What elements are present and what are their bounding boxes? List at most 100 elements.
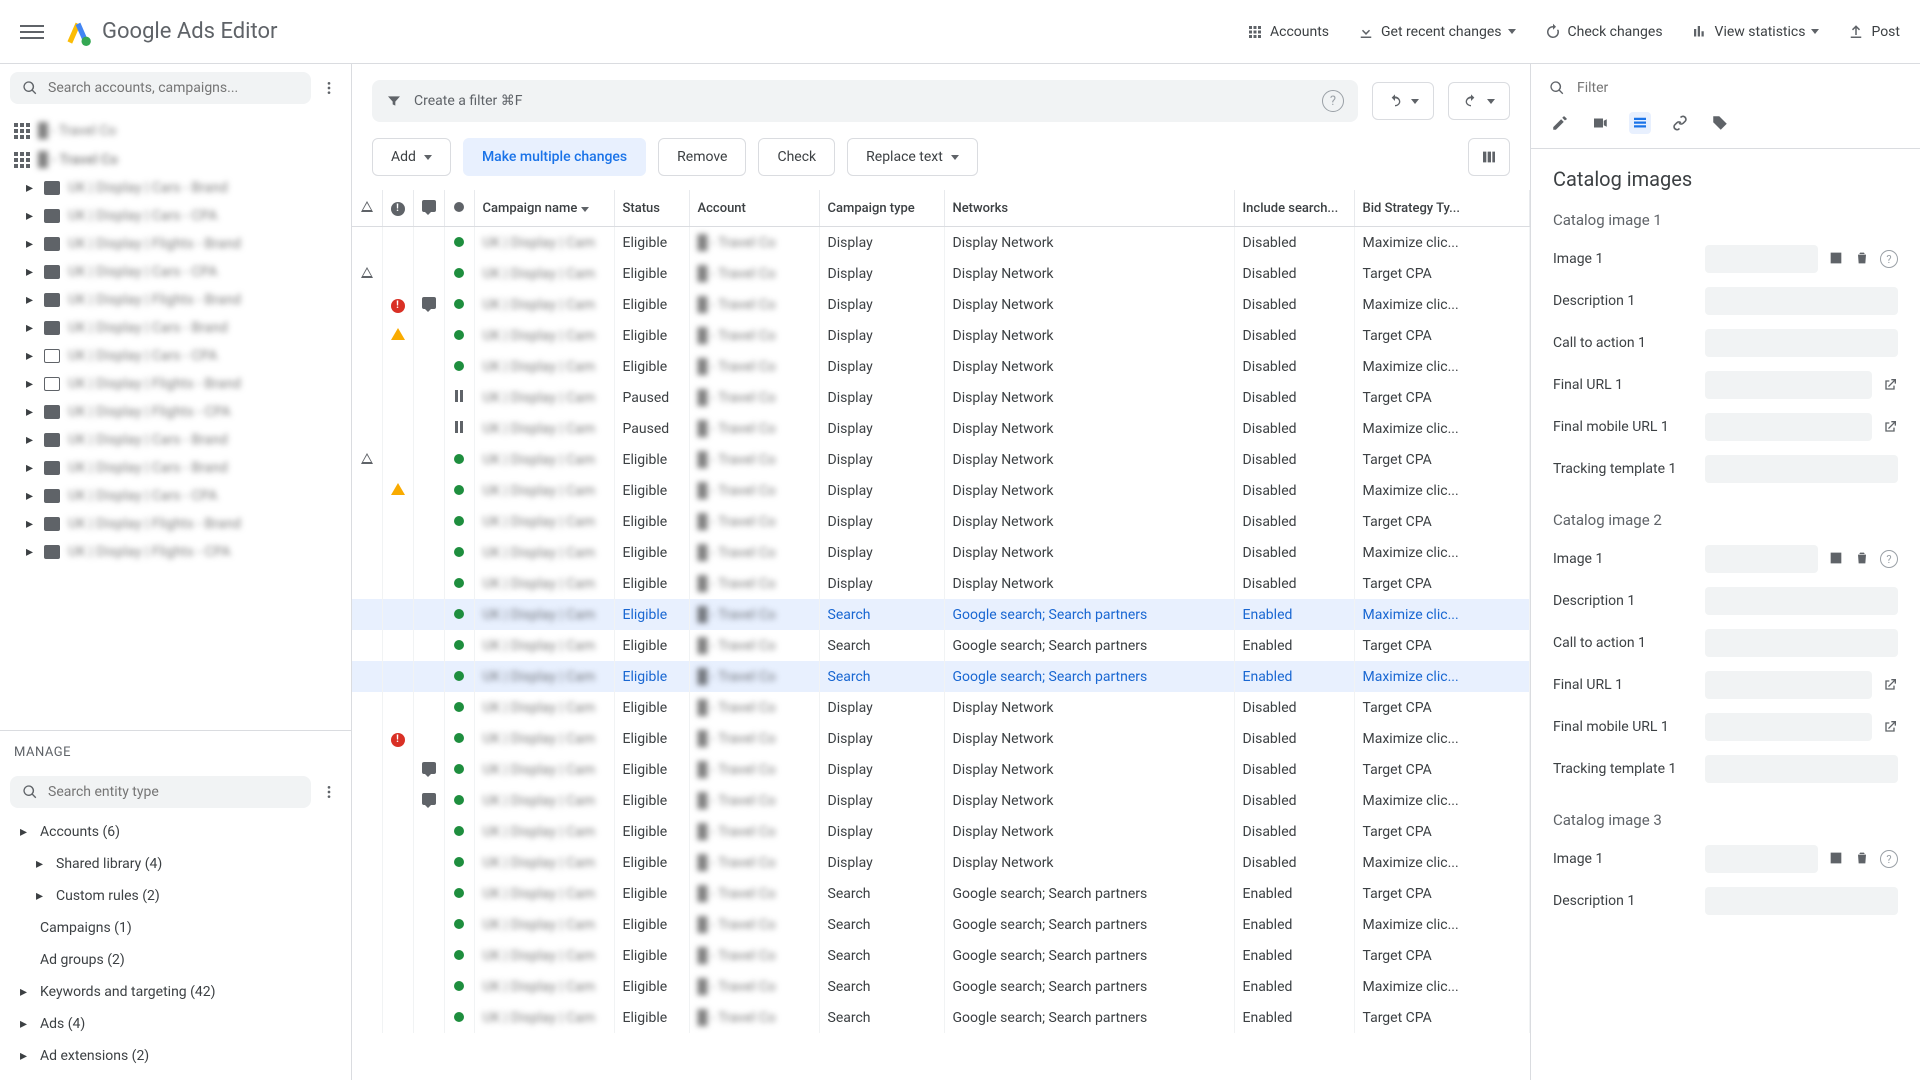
manage-item[interactable]: ▸Keywords and targeting (42) xyxy=(0,976,351,1008)
accounts-button[interactable]: Accounts xyxy=(1246,23,1329,41)
table-row[interactable]: UK | Display | CamEligible█ - Travel CoS… xyxy=(352,940,1530,971)
field-input[interactable] xyxy=(1705,671,1872,699)
help-icon[interactable]: ? xyxy=(1880,250,1898,268)
undo-button[interactable] xyxy=(1372,82,1434,120)
table-row[interactable]: UK | Display | CamEligible█ - Travel CoD… xyxy=(352,475,1530,506)
table-row[interactable]: UK | Display | CamEligible█ - Travel CoS… xyxy=(352,599,1530,630)
tree-item[interactable]: ▸UK | Display | Flights - CPA xyxy=(0,398,351,426)
table-row[interactable]: UK | Display | CamPaused█ - Travel CoDis… xyxy=(352,382,1530,413)
col-alert[interactable]: ! xyxy=(382,190,413,227)
table-row[interactable]: UK | Display | CamPaused█ - Travel CoDis… xyxy=(352,413,1530,444)
tree-item[interactable]: ▸UK | Display | Cars - CPA xyxy=(0,258,351,286)
table-row[interactable]: UK | Display | CamEligible█ - Travel CoD… xyxy=(352,816,1530,847)
col-campaign-type[interactable]: Campaign type xyxy=(819,190,944,227)
manage-item[interactable]: ▸Custom rules (2) xyxy=(0,880,351,912)
col-triangle[interactable] xyxy=(352,190,382,227)
col-include-search[interactable]: Include search... xyxy=(1234,190,1354,227)
edit-icon[interactable] xyxy=(1549,112,1571,134)
video-icon[interactable] xyxy=(1589,112,1611,134)
table-row[interactable]: !UK | Display | CamEligible█ - Travel Co… xyxy=(352,289,1530,320)
filter-input[interactable]: Create a filter ⌘F ? xyxy=(372,80,1358,122)
col-bid-strategy[interactable]: Bid Strategy Ty... xyxy=(1354,190,1530,227)
field-input[interactable] xyxy=(1705,713,1872,741)
field-input[interactable] xyxy=(1705,629,1898,657)
field-input[interactable] xyxy=(1705,887,1898,915)
trash-icon[interactable] xyxy=(1854,250,1870,266)
field-input[interactable] xyxy=(1705,329,1898,357)
table-row[interactable]: UK | Display | CamEligible█ - Travel CoD… xyxy=(352,506,1530,537)
open-icon[interactable] xyxy=(1882,719,1898,735)
table-row[interactable]: UK | Display | CamEligible█ - Travel CoD… xyxy=(352,754,1530,785)
tree-item[interactable]: ▸UK | Display | Flights - CPA xyxy=(0,538,351,566)
field-input[interactable] xyxy=(1705,287,1898,315)
make-multiple-changes-button[interactable]: Make multiple changes xyxy=(463,138,646,176)
col-comment[interactable] xyxy=(413,190,444,227)
help-icon[interactable]: ? xyxy=(1880,850,1898,868)
image-icon[interactable] xyxy=(1828,850,1844,866)
table-row[interactable]: !UK | Display | CamEligible█ - Travel Co… xyxy=(352,723,1530,754)
open-icon[interactable] xyxy=(1882,419,1898,435)
table-row[interactable]: UK | Display | CamEligible█ - Travel CoD… xyxy=(352,692,1530,723)
check-button[interactable]: Check xyxy=(758,138,835,176)
tree-item[interactable]: █ - Travel Co xyxy=(0,116,351,145)
tree-item[interactable]: ▸UK | Display | Cars - CPA xyxy=(0,482,351,510)
help-icon[interactable]: ? xyxy=(1880,550,1898,568)
table-row[interactable]: UK | Display | CamEligible█ - Travel CoD… xyxy=(352,847,1530,878)
table-row[interactable]: UK | Display | CamEligible█ - Travel CoD… xyxy=(352,568,1530,599)
remove-button[interactable]: Remove xyxy=(658,138,746,176)
view-statistics-button[interactable]: View statistics xyxy=(1691,23,1820,41)
search-accounts-input[interactable] xyxy=(10,72,311,104)
manage-item[interactable]: ▸Ads (4) xyxy=(0,1008,351,1040)
field-input[interactable] xyxy=(1705,755,1898,783)
more-icon[interactable] xyxy=(317,780,341,804)
table-row[interactable]: UK | Display | CamEligible█ - Travel CoD… xyxy=(352,785,1530,816)
tree-item[interactable]: ▸UK | Display | Cars - Brand xyxy=(0,174,351,202)
field-input[interactable] xyxy=(1705,245,1818,273)
tree-item[interactable]: ▸UK | Display | Cars - CPA xyxy=(0,342,351,370)
tree-item[interactable]: ▸UK | Display | Flights - Brand xyxy=(0,230,351,258)
help-icon[interactable]: ? xyxy=(1322,90,1344,112)
more-icon[interactable] xyxy=(317,76,341,100)
tree-item[interactable]: ▸UK | Display | Cars - Brand xyxy=(0,314,351,342)
tree-item[interactable]: ▸UK | Display | Cars - Brand xyxy=(0,426,351,454)
field-input[interactable] xyxy=(1705,545,1818,573)
table-row[interactable]: UK | Display | CamEligible█ - Travel CoD… xyxy=(352,351,1530,382)
field-input[interactable] xyxy=(1705,413,1872,441)
field-input[interactable] xyxy=(1705,371,1872,399)
col-status[interactable]: Status xyxy=(614,190,689,227)
table-row[interactable]: UK | Display | CamEligible█ - Travel CoS… xyxy=(352,661,1530,692)
field-input[interactable] xyxy=(1705,587,1898,615)
col-status-dot[interactable] xyxy=(444,190,474,227)
replace-text-button[interactable]: Replace text xyxy=(847,138,978,176)
manage-item[interactable]: ▸Shared library (4) xyxy=(0,848,351,880)
tree-item[interactable]: ▸UK | Display | Cars - Brand xyxy=(0,454,351,482)
table-row[interactable]: UK | Display | CamEligible█ - Travel CoS… xyxy=(352,878,1530,909)
table-row[interactable]: UK | Display | CamEligible█ - Travel CoD… xyxy=(352,444,1530,475)
table-row[interactable]: UK | Display | CamEligible█ - Travel CoS… xyxy=(352,1002,1530,1033)
columns-button[interactable] xyxy=(1468,138,1510,176)
manage-item[interactable]: ▸Ad extensions (2) xyxy=(0,1040,351,1072)
add-button[interactable]: Add xyxy=(372,138,451,176)
table-row[interactable]: UK | Display | CamEligible█ - Travel CoS… xyxy=(352,630,1530,661)
open-icon[interactable] xyxy=(1882,677,1898,693)
manage-item[interactable]: Campaigns (1) xyxy=(0,912,351,944)
tree-item[interactable]: ▸UK | Display | Flights - Brand xyxy=(0,510,351,538)
col-networks[interactable]: Networks xyxy=(944,190,1234,227)
hamburger-icon[interactable] xyxy=(20,20,44,44)
open-icon[interactable] xyxy=(1882,377,1898,393)
tag-icon[interactable] xyxy=(1709,112,1731,134)
table-row[interactable]: UK | Display | CamEligible█ - Travel CoS… xyxy=(352,971,1530,1002)
tree-item[interactable]: █ - Travel Co xyxy=(0,145,351,174)
tree-item[interactable]: ▸UK | Display | Flights - Brand xyxy=(0,370,351,398)
table-row[interactable]: UK | Display | CamEligible█ - Travel CoD… xyxy=(352,320,1530,351)
image-icon[interactable] xyxy=(1828,250,1844,266)
right-filter[interactable] xyxy=(1531,64,1920,106)
post-button[interactable]: Post xyxy=(1847,23,1900,41)
field-input[interactable] xyxy=(1705,455,1898,483)
field-input[interactable] xyxy=(1705,845,1818,873)
table-row[interactable]: UK | Display | CamEligible█ - Travel CoD… xyxy=(352,258,1530,289)
link-icon[interactable] xyxy=(1669,112,1691,134)
search-entity-input[interactable] xyxy=(10,776,311,808)
table-row[interactable]: UK | Display | CamEligible█ - Travel CoD… xyxy=(352,227,1530,259)
manage-item[interactable]: Ad groups (2) xyxy=(0,944,351,976)
